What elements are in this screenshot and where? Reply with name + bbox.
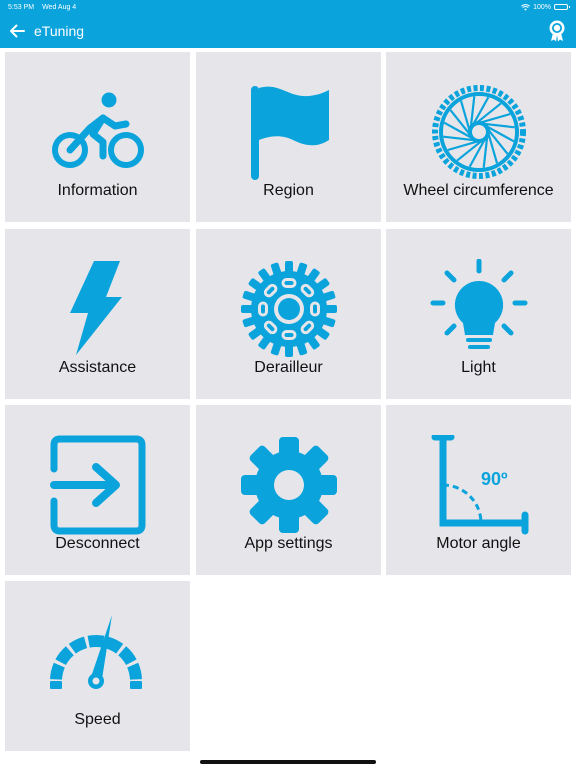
exit-icon bbox=[49, 435, 145, 535]
tile-label: App settings bbox=[244, 535, 333, 552]
award-button[interactable] bbox=[546, 19, 568, 43]
status-right: 100% bbox=[521, 3, 570, 11]
status-time: 5:53 PM bbox=[8, 3, 35, 11]
tile-label: Information bbox=[57, 182, 138, 199]
arrow-left-icon bbox=[10, 24, 25, 38]
tile-desconnect[interactable]: Desconnect bbox=[5, 405, 190, 575]
lightning-bolt-icon bbox=[69, 261, 122, 355]
angle-icon: 90º bbox=[431, 435, 528, 535]
bicycle-rider-icon bbox=[51, 92, 144, 168]
page-title: eTuning bbox=[34, 23, 85, 39]
flag-icon bbox=[250, 86, 329, 180]
tile-region[interactable]: Region bbox=[196, 52, 381, 222]
gear-icon bbox=[240, 437, 337, 533]
status-date: Wed Aug 4 bbox=[42, 3, 77, 11]
tile-light[interactable]: Light bbox=[386, 229, 571, 399]
tile-app-settings[interactable]: App settings bbox=[196, 405, 381, 575]
light-bulb-icon bbox=[430, 259, 527, 349]
battery-percent: 100% bbox=[533, 3, 551, 11]
tile-label: Assistance bbox=[58, 359, 137, 376]
nav-bar: eTuning bbox=[0, 14, 576, 48]
tile-derailleur[interactable]: Derailleur bbox=[196, 229, 381, 399]
home-indicator bbox=[200, 760, 376, 764]
tile-label: Light bbox=[461, 359, 496, 376]
tile-label: Desconnect bbox=[55, 535, 140, 552]
back-button[interactable] bbox=[8, 22, 26, 40]
status-bar: 5:53 PM Wed Aug 4 100% bbox=[0, 0, 576, 14]
wheel-icon bbox=[431, 85, 526, 179]
battery-icon bbox=[554, 4, 570, 10]
tile-label: Motor angle bbox=[436, 535, 521, 552]
tile-motor-angle[interactable]: 90º Motor angle bbox=[386, 405, 571, 575]
tile-speed[interactable]: Speed bbox=[5, 581, 190, 751]
tile-label: Speed bbox=[74, 711, 121, 728]
award-ribbon-icon bbox=[549, 20, 565, 42]
tile-assistance[interactable]: Assistance bbox=[5, 229, 190, 399]
wifi-icon bbox=[521, 3, 531, 11]
tile-label: Wheel circumference bbox=[403, 182, 554, 199]
speedometer-icon bbox=[49, 615, 142, 689]
tile-information[interactable]: Information bbox=[5, 52, 190, 222]
chainring-icon bbox=[240, 261, 337, 357]
tile-wheel-circumference[interactable]: Wheel circumference bbox=[386, 52, 571, 222]
tile-label: Derailleur bbox=[254, 359, 323, 376]
angle-value: 90º bbox=[481, 469, 508, 489]
tile-label: Region bbox=[263, 182, 314, 199]
